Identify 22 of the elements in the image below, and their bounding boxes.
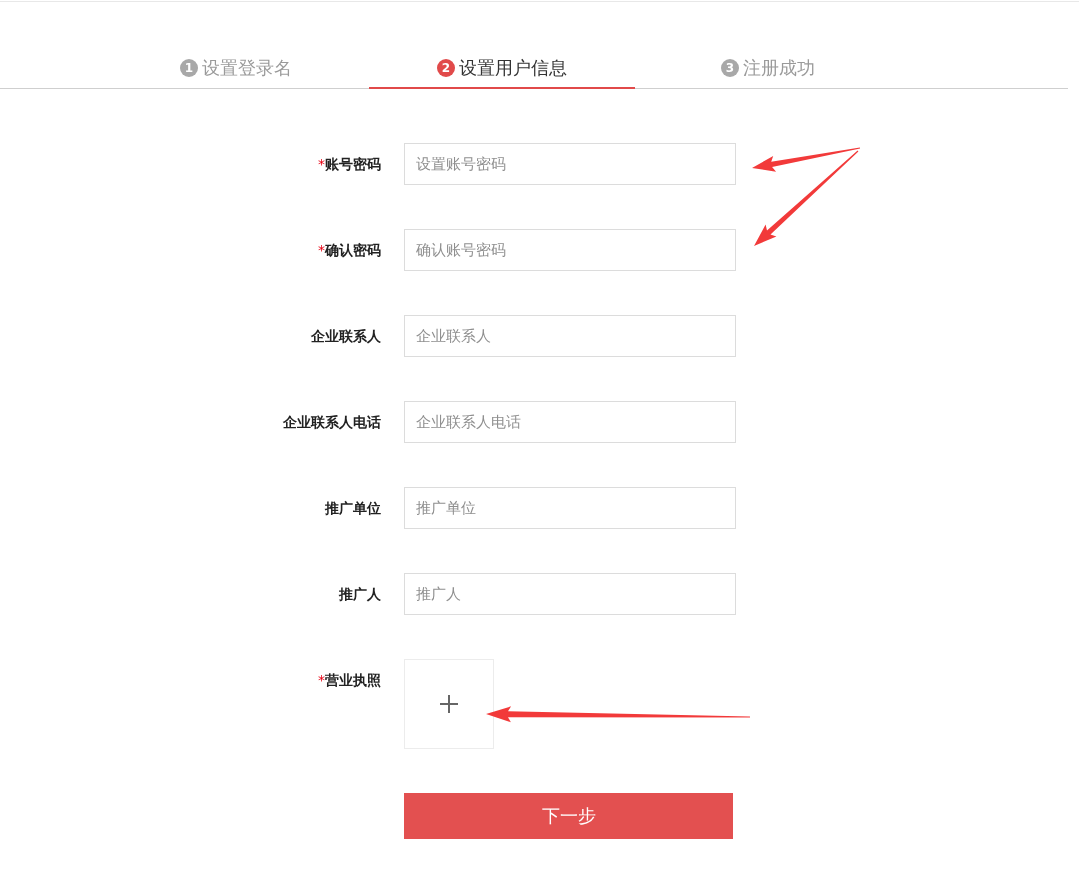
field-label: 推广人	[339, 585, 381, 604]
input-field[interactable]: 推广单位	[404, 487, 736, 529]
step-tab[interactable]: 2 设置用户信息	[369, 48, 635, 89]
input-field[interactable]: 企业联系人电话	[404, 401, 736, 443]
field-label: *确认密码	[318, 241, 381, 260]
input-field[interactable]: 确认账号密码	[404, 229, 736, 271]
step-number-badge: 2	[437, 58, 455, 77]
input-field[interactable]: 设置账号密码	[404, 143, 736, 185]
upload-box[interactable]	[404, 659, 494, 749]
field-label: 企业联系人电话	[283, 413, 381, 432]
next-step-button[interactable]: 下一步	[404, 793, 733, 839]
step-tab[interactable]: 1 设置登录名	[103, 48, 369, 89]
step-tab[interactable]: 3 注册成功	[635, 48, 901, 89]
field-label: *营业执照	[318, 671, 381, 690]
field-label: 推广单位	[325, 499, 381, 518]
step-number-badge: 1	[180, 58, 198, 77]
input-field[interactable]: 推广人	[404, 573, 736, 615]
input-field[interactable]: 企业联系人	[404, 315, 736, 357]
field-label: 企业联系人	[311, 327, 381, 346]
plus-icon	[440, 695, 458, 713]
step-number-badge: 3	[721, 58, 739, 77]
field-label: *账号密码	[318, 155, 381, 174]
